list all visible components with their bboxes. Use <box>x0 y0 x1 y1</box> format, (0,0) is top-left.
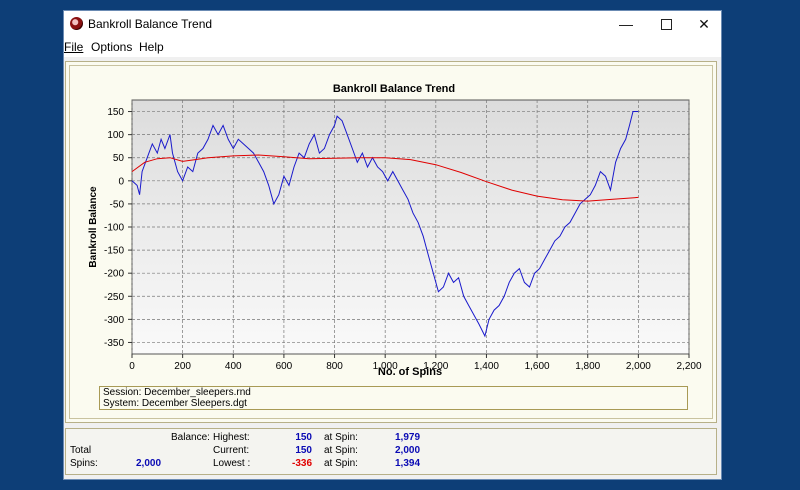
session-label: Session: December_sleepers.rnd <box>103 387 251 398</box>
balance-label: Balance: <box>171 432 210 443</box>
y-tick-label: -350 <box>104 338 124 349</box>
maximize-button[interactable] <box>646 11 686 37</box>
menu-options[interactable]: Options <box>91 40 132 54</box>
y-tick-label: -200 <box>104 269 124 280</box>
close-icon: ✕ <box>698 15 710 32</box>
y-tick-label: -50 <box>110 199 125 210</box>
y-tick-label: 50 <box>113 153 125 164</box>
lowest-value: -336 <box>291 458 312 469</box>
current-spin-value: 2,000 <box>395 445 421 456</box>
highest-at-spin-label: at Spin: <box>324 432 358 443</box>
x-tick-label: 200 <box>174 361 191 372</box>
app-window: Bankroll Balance Trend — ✕ File Options … <box>63 10 722 480</box>
system-label: System: December Sleepers.dgt <box>103 398 247 409</box>
y-tick-label: -250 <box>104 292 124 303</box>
x-tick-label: 600 <box>276 361 293 372</box>
x-tick-label: 0 <box>129 361 135 372</box>
y-tick-label: -150 <box>104 246 124 257</box>
y-tick-label: -300 <box>104 315 124 326</box>
current-value: 150 <box>295 445 312 456</box>
highest-spin-value: 1,979 <box>395 432 421 443</box>
lowest-label: Lowest : <box>213 458 251 469</box>
title-bar[interactable]: Bankroll Balance Trend — ✕ <box>64 11 721 37</box>
stats-panel: Balance: Total Spins: 2,000 Highest: Cur… <box>65 428 717 475</box>
chart-title: Bankroll Balance Trend <box>333 83 455 95</box>
session-info-box: Session: December_sleepers.rnd System: D… <box>99 386 688 410</box>
x-tick-label: 800 <box>326 361 343 372</box>
total-label: Total <box>70 445 92 456</box>
roulette-wheel-icon <box>70 17 83 30</box>
x-tick-label: 2,200 <box>676 361 701 372</box>
lowest-at-spin-label: at Spin: <box>324 458 358 469</box>
y-tick-label: 150 <box>107 107 124 118</box>
bankroll-chart: Bankroll Balance Trend 150 100 50 0 -50 -100 -… <box>88 83 702 378</box>
maximize-icon <box>660 18 672 30</box>
x-tick-label: 1,600 <box>525 361 550 372</box>
lowest-spin-value: 1,394 <box>395 458 421 469</box>
y-axis-label: Bankroll Balance <box>88 186 99 268</box>
x-tick-label: 1,400 <box>474 361 499 372</box>
x-tick-label: 2,000 <box>626 361 651 372</box>
current-label: Current: <box>213 445 250 456</box>
y-axis: 150 100 50 0 -50 -100 -150 -200 -250 -300 -350 <box>104 107 132 349</box>
chart-panel: Bankroll Balance Trend 150 100 50 0 -50 -100 -… <box>65 61 717 423</box>
y-tick-label: -100 <box>104 223 124 234</box>
x-axis-label: No. of Spins <box>378 366 442 378</box>
close-button[interactable]: ✕ <box>684 11 724 37</box>
minimize-icon: — <box>619 16 633 32</box>
x-tick-label: 400 <box>225 361 242 372</box>
y-tick-label: 100 <box>107 130 124 141</box>
spins-label: Spins: <box>70 458 98 469</box>
highest-value: 150 <box>295 432 312 443</box>
window-title: Bankroll Balance Trend <box>88 17 213 31</box>
y-tick-label: 0 <box>118 176 124 187</box>
current-at-spin-label: at Spin: <box>324 445 358 456</box>
menu-bar: File Options Help <box>64 37 721 57</box>
spins-value: 2,000 <box>136 458 162 469</box>
plot-area <box>131 99 690 355</box>
highest-label: Highest: <box>213 432 250 443</box>
menu-file[interactable]: File <box>64 40 83 54</box>
x-tick-label: 1,800 <box>575 361 600 372</box>
minimize-button[interactable]: — <box>606 11 646 37</box>
menu-help[interactable]: Help <box>139 40 164 54</box>
